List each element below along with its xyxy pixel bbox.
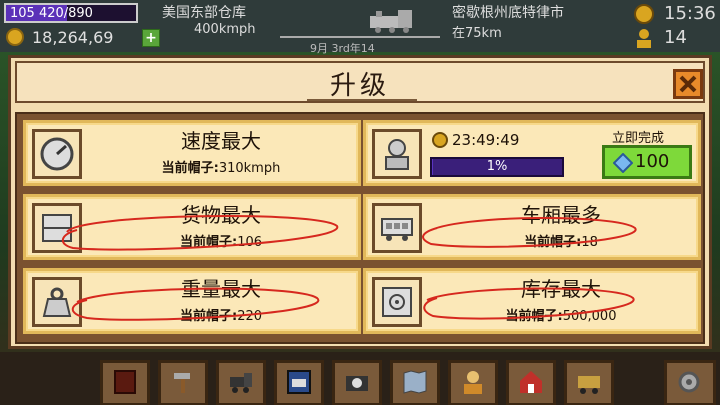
toolbar-book-button[interactable] (100, 360, 150, 405)
upgrade-title: 库存最大 (521, 277, 601, 301)
speedometer-icon (32, 129, 82, 179)
finish-now-button[interactable]: 100 (602, 145, 692, 179)
cap-value: 106 (237, 235, 263, 250)
close-button[interactable] (673, 69, 703, 99)
upgrade-card-wagons[interactable]: 车厢最多 当前帽子:18 (363, 194, 701, 260)
worker-count: 14 (664, 27, 687, 48)
upgrade-card-speed[interactable]: 速度最大 当前帽子:310kmph (23, 120, 361, 186)
upgrade-card-storage[interactable]: 库存最大 当前帽子:500,000 (363, 268, 701, 334)
toolbar-station-button[interactable] (506, 360, 556, 405)
upgrade-current-cap: 当前帽子:500,000 (426, 305, 696, 324)
finish-now-label: 立即完成 (612, 131, 665, 146)
toolbar-map-button[interactable] (390, 360, 440, 405)
upgrade-grid: 速度最大 当前帽子:310kmph 23:49:49 1% 立即完成 100 货… (15, 112, 705, 344)
coin-icon (6, 28, 24, 46)
worker-icon (637, 29, 651, 48)
timer-text: 23:49:49 (452, 131, 520, 149)
toolbar-camera-button[interactable] (332, 360, 382, 405)
settings-icon (678, 371, 700, 393)
game-time: 15:36 (664, 3, 716, 24)
upgrade-progress-bar: 1% (430, 157, 564, 177)
locomotive-icon (370, 10, 412, 33)
station-icon (520, 371, 542, 393)
upgrade-title: 重量最大 (181, 277, 261, 301)
train-speed: 400kmph (194, 22, 256, 37)
safe-icon (372, 277, 422, 327)
bottom-toolbar (0, 352, 720, 405)
toolbar-worker-button[interactable] (448, 360, 498, 405)
camera-icon (346, 376, 368, 391)
cap-label: 当前帽子: (524, 235, 582, 250)
xp-text: 105 420/890 (10, 6, 93, 21)
cap-value: 220 (237, 309, 263, 324)
cap-label: 当前帽子: (161, 161, 219, 176)
toolbar-locomotive-button[interactable] (216, 360, 266, 405)
train-card-icon (287, 370, 311, 394)
route-progress-line (280, 36, 440, 38)
top-hud: 105 420/890 18,264,69 + 美国东部仓库 400kmph 9… (0, 0, 720, 55)
upgrade-card-weight[interactable]: 重量最大 当前帽子:220 (23, 268, 361, 334)
worker-icon (464, 371, 482, 394)
toolbar-wagon-button[interactable] (564, 360, 614, 405)
weight-icon (32, 277, 82, 327)
cap-label: 当前帽子: (505, 309, 563, 324)
engineer-icon (372, 129, 422, 179)
game-date: 9月 3rd年14 (310, 42, 375, 55)
destination-name: 密歇根州底特律市 (452, 5, 564, 21)
book-icon (114, 370, 136, 394)
destination-distance: 在75km (452, 26, 502, 41)
clock-icon (634, 4, 654, 24)
upgrade-card-cargo[interactable]: 货物最大 当前帽子:106 (23, 194, 361, 260)
add-money-button[interactable]: + (142, 29, 160, 47)
dialog-title: 升级 (329, 71, 390, 101)
map-icon (403, 370, 427, 394)
upgrade-current-cap: 当前帽子:310kmph (86, 157, 356, 176)
money-amount: 18,264,69 (32, 28, 114, 47)
upgrade-current-cap: 当前帽子:18 (426, 231, 696, 250)
title-ornament (307, 99, 417, 103)
upgrade-progress-text: 1% (486, 159, 508, 174)
cap-value: 18 (581, 235, 598, 250)
hammer-icon (174, 373, 190, 393)
dialog-header: 升级 (15, 61, 705, 103)
toolbar-train-card-button[interactable] (274, 360, 324, 405)
close-icon (679, 75, 697, 93)
wagon-icon (372, 203, 422, 253)
locomotive-icon (230, 373, 252, 393)
toolbar-hammer-button[interactable] (158, 360, 208, 405)
upgrade-card-in-progress: 23:49:49 1% 立即完成 100 (363, 120, 701, 186)
xp-bar: 105 420/890 (4, 3, 138, 23)
upgrade-timer: 23:49:49 (432, 131, 519, 149)
upgrade-current-cap: 当前帽子:220 (86, 305, 356, 324)
timer-icon (432, 132, 448, 148)
cap-value: 500,000 (562, 309, 617, 324)
gem-cost: 100 (635, 151, 670, 172)
depot-name: 美国东部仓库 (162, 5, 246, 21)
upgrade-title: 速度最大 (181, 129, 261, 153)
cargo-icon (32, 203, 82, 253)
upgrade-dialog: 升级 速度最大 当前帽子:310kmph 23:49:49 1% 立即完成 10… (8, 55, 712, 349)
upgrade-title: 货物最大 (181, 203, 261, 227)
cap-label: 当前帽子: (179, 235, 238, 250)
gem-icon (613, 153, 633, 173)
cap-value: 310kmph (218, 161, 281, 176)
cap-label: 当前帽子: (179, 309, 238, 324)
upgrade-current-cap: 当前帽子:106 (86, 231, 356, 250)
wagon-icon (578, 376, 600, 394)
upgrade-title: 车厢最多 (521, 203, 601, 227)
toolbar-settings-button[interactable] (664, 360, 716, 405)
